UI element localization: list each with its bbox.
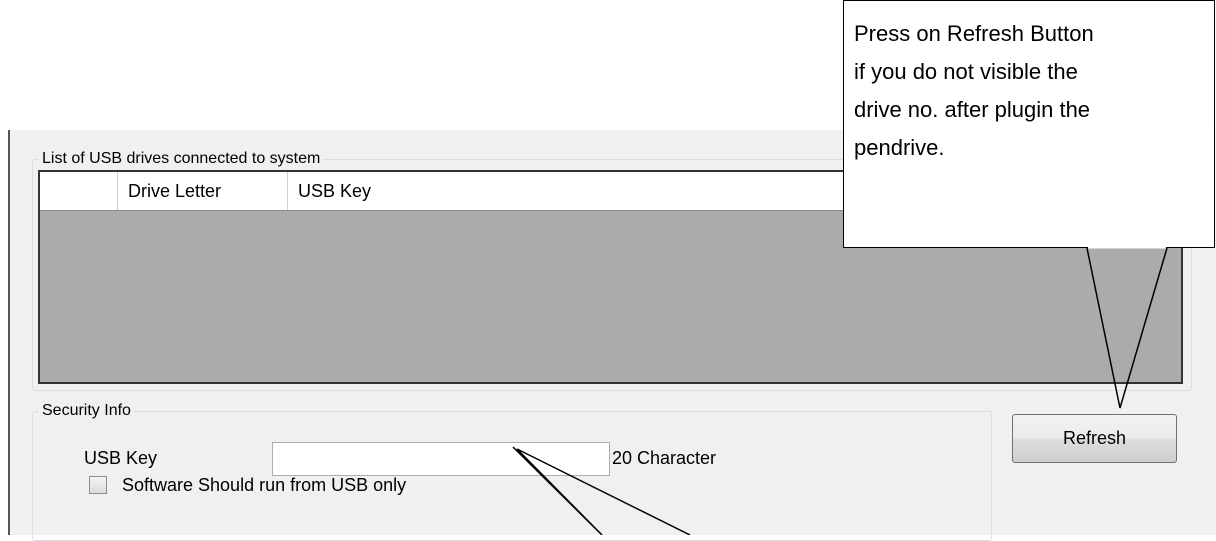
- usb-key-input[interactable]: [272, 442, 610, 476]
- run-from-usb-label: Software Should run from USB only: [122, 475, 407, 495]
- column-header-usb-key[interactable]: USB Key: [288, 172, 848, 210]
- usb-key-label: USB Key: [84, 448, 158, 468]
- row-selector-header: [40, 172, 118, 210]
- refresh-callout: Press on Refresh Button if you do not vi…: [843, 0, 1215, 248]
- security-info-group-title: Security Info: [39, 401, 134, 421]
- column-header-drive-letter[interactable]: Drive Letter: [118, 172, 288, 210]
- refresh-button[interactable]: Refresh: [1012, 414, 1177, 463]
- run-from-usb-checkbox[interactable]: [89, 476, 107, 494]
- usb-drives-group-title: List of USB drives connected to system: [39, 149, 324, 169]
- refresh-callout-text: Press on Refresh Button if you do not vi…: [854, 21, 1094, 160]
- usb-key-length-hint: 20 Character: [612, 448, 717, 468]
